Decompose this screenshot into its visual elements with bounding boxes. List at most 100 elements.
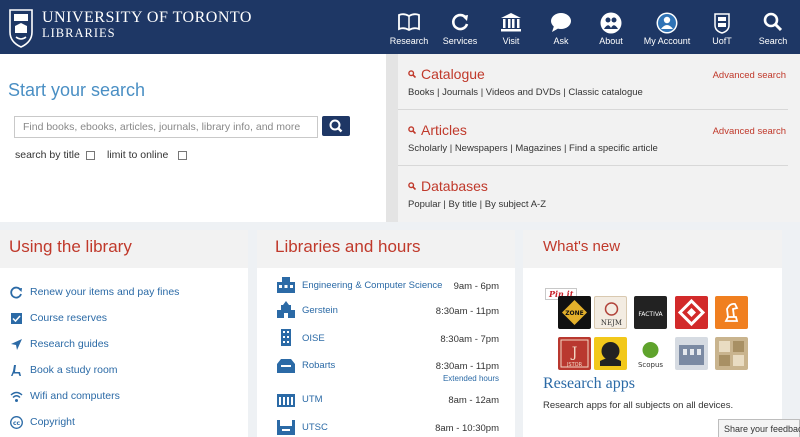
- svg-text:cc: cc: [12, 419, 20, 426]
- logo-line1: UNIVERSITY OF TORONTO: [42, 9, 252, 26]
- search-icon: [408, 70, 416, 78]
- nav-search[interactable]: Search: [743, 0, 800, 54]
- book-study-room-link[interactable]: Book a study room: [0, 363, 118, 377]
- research-guides-link[interactable]: Research guides: [0, 337, 109, 351]
- user-icon: [656, 12, 678, 34]
- chat-icon: [551, 13, 571, 32]
- catalogue-advanced-search-link[interactable]: Advanced search: [713, 70, 786, 81]
- search-button[interactable]: [322, 116, 350, 136]
- building-icon: [277, 359, 295, 373]
- panel-divider: [386, 54, 398, 222]
- nav-search-label: Search: [758, 36, 788, 46]
- factiva-app-icon[interactable]: FACTIVA: [634, 296, 667, 329]
- crest-logo-icon: [9, 9, 33, 48]
- reading-app-icon[interactable]: [594, 337, 627, 370]
- search-icon: [763, 12, 783, 32]
- search-title: Start your search: [8, 80, 146, 100]
- building-icon: [501, 13, 521, 32]
- library-hours: 8am - 12am: [448, 395, 499, 406]
- library-hours: 9am - 6pm: [453, 281, 499, 292]
- renew-items-label: Renew your items and pay fines: [30, 286, 180, 298]
- limit-online-label: limit to online: [107, 149, 169, 161]
- search-icon: [329, 119, 343, 133]
- building-icon: [277, 394, 295, 407]
- scopus-label: Scopus: [638, 361, 663, 369]
- red-app-icon[interactable]: [675, 296, 708, 329]
- library-name: UTSC: [302, 422, 328, 433]
- feedback-button[interactable]: Share your feedback: [718, 419, 800, 437]
- hours-row-utm[interactable]: UTM 8am - 12am: [257, 390, 507, 414]
- svg-text:J: J: [570, 345, 578, 361]
- using-library-title: Using the library: [0, 230, 248, 268]
- wifi-computers-link[interactable]: Wifi and computers: [0, 389, 120, 403]
- search-by-title-option: search by title: [15, 149, 95, 161]
- building-icon: [277, 301, 295, 318]
- databases-section: Databases Popular | By title | By subjec…: [398, 166, 788, 222]
- wifi-icon: [9, 391, 23, 402]
- renew-icon: [9, 286, 22, 298]
- extended-hours-link[interactable]: Extended hours: [443, 374, 499, 383]
- hours-row-gerstein[interactable]: Gerstein 8:30am - 11pm: [257, 301, 507, 325]
- book-study-room-label: Book a study room: [30, 364, 118, 376]
- jstor-app-icon[interactable]: J JSTOR: [558, 337, 591, 370]
- search-icon: [408, 182, 416, 190]
- catalogue-link[interactable]: Catalogue: [408, 66, 485, 82]
- crest-icon: [714, 13, 730, 34]
- app-sign-icon[interactable]: ZONE: [558, 296, 591, 329]
- arrow-icon: [10, 338, 22, 350]
- nejm-label: NEJM: [601, 319, 622, 327]
- search-input[interactable]: [14, 116, 318, 138]
- uoft-libraries-logo[interactable]: UNIVERSITY OF TORONTO LIBRARIES: [8, 6, 252, 48]
- library-name: OISE: [302, 333, 325, 344]
- limit-online-checkbox[interactable]: [178, 150, 188, 160]
- whats-new-title: What's new: [523, 230, 782, 268]
- databases-links[interactable]: Popular | By title | By subject A-Z: [408, 199, 546, 210]
- catalogue-title: Catalogue: [421, 66, 485, 82]
- search-icon: [408, 126, 416, 134]
- library-hours: 8:30am - 11pm: [435, 306, 499, 317]
- databases-link[interactable]: Databases: [408, 178, 488, 194]
- databases-title: Databases: [421, 178, 488, 194]
- research-apps-title[interactable]: Research apps: [543, 375, 635, 393]
- library-name: Engineering & Computer Science: [302, 280, 443, 291]
- course-reserves-link[interactable]: Course reserves: [0, 311, 107, 325]
- chair-icon: [10, 364, 21, 376]
- site-header: UNIVERSITY OF TORONTO LIBRARIES Research…: [0, 0, 800, 54]
- chess-app-icon[interactable]: [715, 296, 748, 329]
- catalogue-section: Catalogue Advanced search Books | Journa…: [398, 54, 788, 110]
- book-icon: [398, 13, 420, 32]
- hours-row-engineering[interactable]: Engineering & Computer Science 9am - 6pm: [257, 276, 507, 300]
- research-guides-label: Research guides: [30, 338, 109, 350]
- library-name: Robarts: [302, 360, 336, 371]
- library-hours: 8:30am - 7pm: [440, 334, 499, 345]
- catalogue-links[interactable]: Books | Journals | Videos and DVDs | Cla…: [408, 87, 643, 98]
- limit-online-option: limit to online: [107, 149, 188, 161]
- articles-title: Articles: [421, 122, 467, 138]
- hours-row-robarts[interactable]: Robarts 8:30am - 11pm Extended hours: [257, 356, 507, 383]
- articles-links[interactable]: Scholarly | Newspapers | Magazines | Fin…: [408, 143, 658, 154]
- nejm-app-icon[interactable]: NEJM: [594, 296, 627, 329]
- articles-advanced-search-link[interactable]: Advanced search: [713, 126, 786, 137]
- course-reserves-label: Course reserves: [30, 312, 108, 324]
- renew-items-link[interactable]: Renew your items and pay fines: [0, 285, 179, 299]
- articles-section: Articles Advanced search Scholarly | New…: [398, 110, 788, 166]
- articles-link[interactable]: Articles: [408, 122, 467, 138]
- library-name: UTM: [302, 394, 323, 405]
- hours-row-oise[interactable]: OISE 8:30am - 7pm: [257, 329, 507, 353]
- search-by-title-checkbox[interactable]: [85, 150, 95, 160]
- resource-panel: Catalogue Advanced search Books | Journa…: [386, 54, 800, 222]
- building-icon: [277, 277, 295, 293]
- hours-row-utsc[interactable]: UTSC 8am - 10:30pm: [257, 418, 507, 437]
- map-app-icon[interactable]: [715, 337, 748, 370]
- building-app-icon[interactable]: [675, 337, 708, 370]
- using-library-column: Using the library Renew your items and p…: [0, 230, 248, 437]
- copyright-label: Copyright: [30, 416, 75, 428]
- logo-line2: LIBRARIES: [42, 26, 116, 40]
- scopus-app-icon[interactable]: Scopus: [634, 337, 667, 370]
- copyright-link[interactable]: cc Copyright: [0, 415, 75, 429]
- library-hours: 8am - 10:30pm: [435, 423, 499, 434]
- reserves-icon: [10, 312, 22, 324]
- refresh-icon: [452, 13, 469, 31]
- copyright-icon: cc: [9, 415, 23, 429]
- libraries-hours-title: Libraries and hours: [257, 230, 515, 268]
